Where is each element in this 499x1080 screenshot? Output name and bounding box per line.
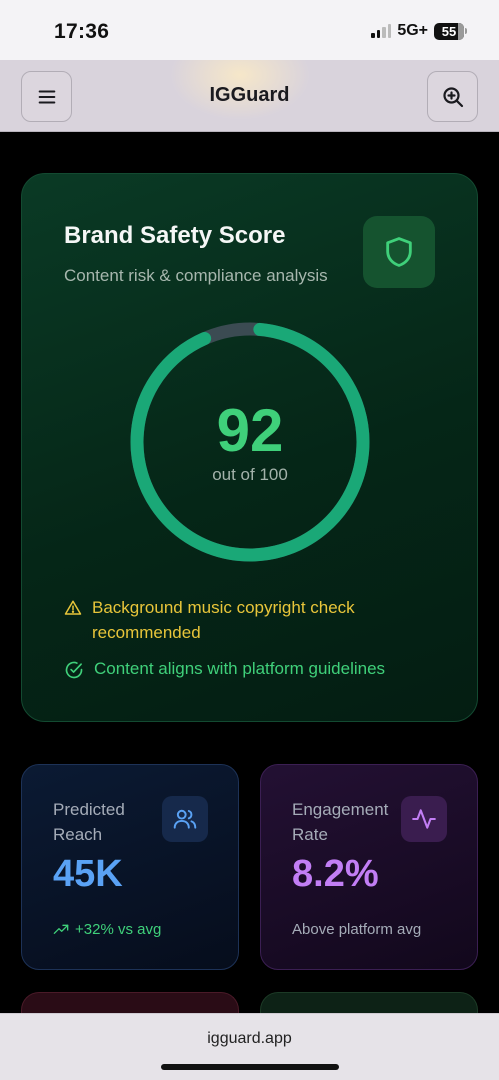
activity-icon — [412, 809, 436, 829]
warning-note-text: Background music copyright check recomme… — [92, 598, 355, 642]
ok-note: Content aligns with platform guidelines — [64, 656, 385, 681]
engagement-value: 8.2% — [292, 853, 379, 895]
engagement-icon-badge — [401, 796, 447, 842]
engagement-rate-card[interactable]: Engagement Rate 8.2% Above platform avg — [260, 764, 478, 970]
signal-icon — [371, 24, 392, 38]
warning-triangle-icon — [64, 600, 82, 615]
card-title: Brand Safety Score — [64, 222, 286, 249]
network-type: 5G+ — [397, 22, 428, 39]
reach-icon-badge — [162, 796, 208, 842]
shield-icon — [386, 237, 412, 267]
status-time: 17:36 — [54, 20, 110, 43]
engagement-footnote-text: Above platform avg — [292, 921, 422, 938]
zoom-in-icon — [442, 86, 463, 107]
app-title: IGGuard — [209, 84, 290, 106]
reach-label: Predicted Reach — [53, 800, 125, 844]
predicted-reach-card[interactable]: Predicted Reach 45K +32% vs avg — [21, 764, 239, 970]
score-value: 92 — [216, 397, 284, 464]
engagement-label: Engagement Rate — [292, 800, 389, 844]
score-max-label: out of 100 — [212, 465, 288, 484]
battery-icon: 55 — [434, 22, 467, 40]
ok-note-text: Content aligns with platform guidelines — [94, 659, 386, 678]
status-bar: 17:36 5G+ 55 — [0, 0, 499, 60]
brand-safety-card: Brand Safety Score Content risk & compli… — [21, 173, 478, 722]
engagement-footnote: Above platform avg — [292, 921, 421, 938]
users-icon — [173, 809, 197, 829]
trending-up-icon — [53, 924, 69, 934]
warning-note: Background music copyright check recomme… — [64, 595, 444, 645]
reach-footnote: +32% vs avg — [53, 921, 161, 938]
battery-level: 55 — [441, 23, 457, 39]
app-header: IGGuard — [0, 60, 499, 132]
browser-url-bar[interactable]: igguard.app — [0, 1013, 499, 1080]
shield-badge — [363, 216, 435, 288]
home-indicator[interactable] — [161, 1064, 339, 1070]
card-subtitle: Content risk & compliance analysis — [64, 266, 328, 285]
zoom-button[interactable] — [427, 71, 478, 122]
reach-footnote-text: +32% vs avg — [75, 921, 162, 938]
status-indicators: 5G+ 55 — [371, 22, 467, 40]
url-text[interactable]: igguard.app — [0, 1030, 499, 1048]
reach-value: 45K — [53, 853, 123, 895]
check-circle-icon — [65, 661, 83, 679]
